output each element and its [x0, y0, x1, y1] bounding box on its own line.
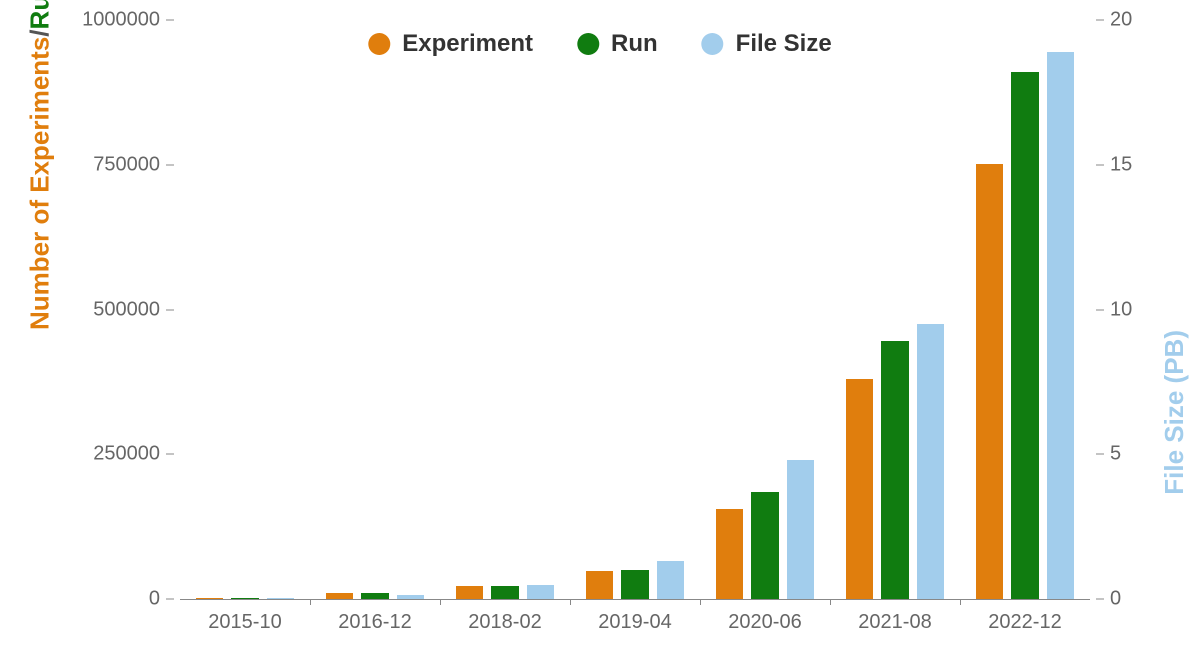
bar-triplet — [960, 20, 1090, 599]
bar-triplet — [310, 20, 440, 599]
x-group: 2018-02 — [440, 20, 570, 599]
x-group: 2020-06 — [700, 20, 830, 599]
x-tick-label: 2015-10 — [208, 611, 281, 634]
y-left-tick: 1000000 — [82, 9, 174, 32]
bar-filesize — [787, 460, 815, 599]
y-axis-left-label: Number of Experiments/Runs — [25, 0, 56, 330]
y-right-tick: 10 — [1096, 298, 1132, 321]
x-group: 2016-12 — [310, 20, 440, 599]
x-group: 2021-08 — [830, 20, 960, 599]
x-group: 2022-12 — [960, 20, 1090, 599]
ylabel-left-exp: Experiments — [25, 37, 55, 193]
x-tick-label: 2018-02 — [468, 611, 541, 634]
bar-run — [231, 598, 259, 599]
bar-triplet — [700, 20, 830, 599]
bar-filesize — [917, 324, 945, 599]
x-group: 2019-04 — [570, 20, 700, 599]
x-tick-label: 2020-06 — [728, 611, 801, 634]
bar-filesize — [527, 585, 555, 599]
ylabel-left-prefix: Number of — [25, 193, 55, 330]
y-right-tick: 20 — [1096, 9, 1132, 32]
bar-run — [1011, 72, 1039, 599]
y-left-tick: 750000 — [93, 153, 174, 176]
y-right-tick: 15 — [1096, 153, 1132, 176]
y-right-tick: 5 — [1096, 443, 1121, 466]
bar-run — [361, 593, 389, 599]
bar-experiment — [976, 164, 1004, 599]
bar-run — [491, 586, 519, 599]
bar-experiment — [196, 598, 224, 599]
bar-triplet — [830, 20, 960, 599]
ylabel-left-sep: / — [25, 29, 55, 36]
bar-run — [881, 341, 909, 599]
y-left-tick: 250000 — [93, 443, 174, 466]
x-tick-label: 2016-12 — [338, 611, 411, 634]
bar-run — [621, 570, 649, 599]
bar-filesize — [657, 561, 685, 599]
y-left-tick: 500000 — [93, 298, 174, 321]
bar-filesize — [397, 595, 425, 599]
bar-run — [751, 492, 779, 599]
x-tick-label: 2022-12 — [988, 611, 1061, 634]
y-right-tick: 0 — [1096, 588, 1121, 611]
bar-filesize — [267, 598, 295, 599]
x-groups: 2015-102016-122018-022019-042020-062021-… — [180, 20, 1090, 599]
bar-experiment — [456, 586, 484, 599]
bar-filesize — [1047, 52, 1075, 599]
plot-area: 2015-102016-122018-022019-042020-062021-… — [180, 20, 1090, 600]
bar-triplet — [570, 20, 700, 599]
y-axis-right-label: File Size (PB) — [1160, 330, 1191, 495]
y-left-tick: 0 — [149, 588, 174, 611]
x-tick-label: 2021-08 — [858, 611, 931, 634]
bar-experiment — [326, 593, 354, 599]
bar-triplet — [440, 20, 570, 599]
bar-experiment — [846, 379, 874, 599]
bar-experiment — [586, 571, 614, 599]
ylabel-left-run: Runs — [25, 0, 55, 29]
bar-triplet — [180, 20, 310, 599]
dual-axis-bar-chart: Number of Experiments/Runs File Size (PB… — [0, 0, 1200, 660]
x-group: 2015-10 — [180, 20, 310, 599]
bar-experiment — [716, 509, 744, 599]
x-tick-label: 2019-04 — [598, 611, 671, 634]
